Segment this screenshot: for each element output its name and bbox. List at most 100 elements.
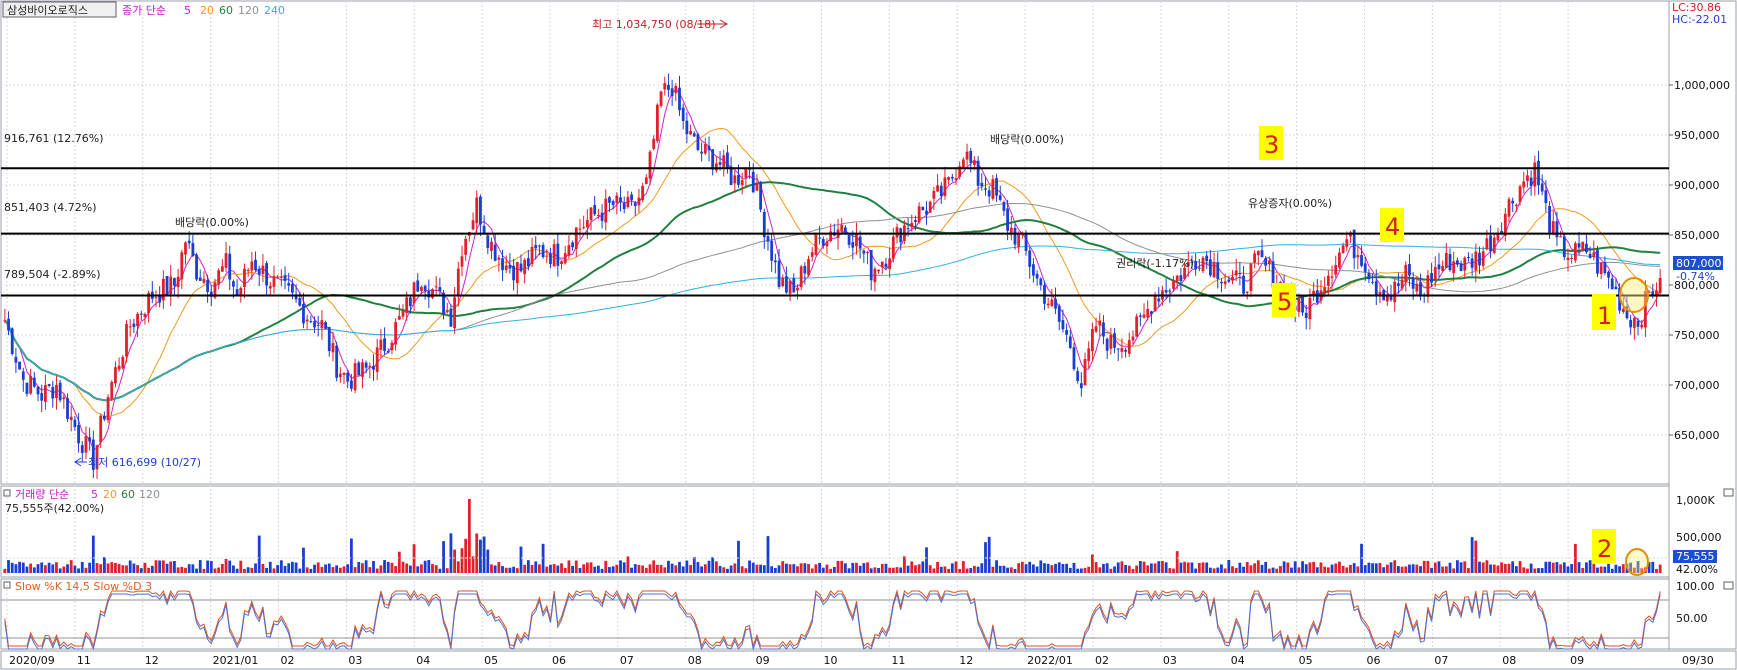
volume-bar [1076, 568, 1080, 573]
volume-bar [633, 564, 637, 573]
volume-bar [361, 563, 364, 573]
candle-body [279, 276, 283, 278]
candle-body [939, 185, 943, 197]
stock-chart-svg[interactable]: 1,000,000950,000900,000850,000800,000750… [0, 0, 1737, 670]
candle-body [1076, 371, 1080, 381]
volume-bar [40, 562, 44, 573]
candle-body [1113, 333, 1116, 348]
candle-body [810, 252, 814, 257]
volume-bar [250, 567, 254, 573]
volume-bar [751, 562, 755, 573]
volume-bar [431, 564, 434, 573]
volume-bar [43, 565, 47, 573]
volume-bar [416, 566, 420, 573]
volume-bar [696, 562, 700, 573]
volume-bar [1481, 562, 1485, 573]
volume-bar [114, 562, 117, 573]
volume-bar [217, 567, 221, 573]
volume-bar [386, 561, 390, 573]
volume-bar [1389, 562, 1393, 573]
volume-bar [1057, 562, 1061, 573]
candle-body [1489, 235, 1492, 252]
candle-body [541, 244, 545, 258]
hline-label-2: 851,403 (4.72%) [4, 201, 97, 214]
volume-bar [1533, 568, 1537, 573]
volume-bar [209, 561, 213, 573]
candle-body [1094, 326, 1098, 332]
volume-bar [1470, 537, 1474, 573]
volume-bar [268, 561, 272, 573]
volume-bar [1393, 560, 1397, 573]
candle-body [549, 253, 552, 264]
candle-body [714, 163, 718, 171]
candle-body [1426, 275, 1430, 297]
candle-body [504, 265, 508, 270]
candle-body [718, 162, 722, 165]
highlight-circle-price [1619, 277, 1649, 313]
date-tick-label: 12 [145, 654, 159, 667]
volume-bar [276, 565, 280, 573]
volume-bar [261, 563, 265, 573]
volume-bar [637, 564, 641, 573]
volume-bar [667, 560, 670, 573]
volume-bar [718, 565, 722, 573]
candle-body [1323, 287, 1327, 293]
volume-bar [1581, 567, 1585, 573]
candle-body [316, 324, 320, 326]
volume-summary: 75,555주(42.00%) [5, 502, 104, 515]
volume-bar [980, 563, 984, 573]
volume-bar [534, 561, 538, 573]
volume-bar [1352, 563, 1356, 573]
candle-body [921, 206, 925, 211]
volume-bar [943, 566, 947, 573]
high-annotation: 최고 1,034,750 (08/18) [592, 18, 716, 31]
candle-body [1503, 213, 1507, 236]
volume-bar [471, 556, 475, 573]
candle-body [925, 210, 928, 215]
volume-bar [803, 563, 807, 573]
volume-bar [353, 567, 357, 573]
volume-bar [1242, 566, 1245, 573]
volume-bar [125, 565, 128, 573]
volume-bar [1175, 551, 1179, 573]
volume-bar [773, 568, 777, 573]
volume-bar [1282, 561, 1286, 573]
candle-body [51, 386, 55, 399]
volume-bar [1098, 567, 1102, 573]
volume-title: 거래량 단순 [15, 488, 69, 501]
candle-body [217, 270, 221, 285]
volume-bar [1489, 564, 1492, 573]
volume-bar [1544, 561, 1548, 573]
volume-bar [357, 561, 361, 573]
candle-body [659, 91, 663, 106]
volume-bar [1408, 564, 1411, 573]
volume-bar [1338, 561, 1341, 573]
candle-body [862, 250, 866, 254]
date-tick-label: 10 [824, 654, 838, 667]
price-tick-label: 750,000 [1674, 329, 1720, 342]
candle-body [1065, 330, 1069, 335]
candle-body [976, 160, 980, 186]
candle-body [1127, 340, 1131, 354]
volume-bar [180, 566, 184, 573]
volume-bar [600, 568, 604, 573]
candle-body [1168, 290, 1172, 292]
date-tick-label-last: 09/30 [1682, 654, 1714, 667]
candle-body [1397, 283, 1400, 287]
candle-body [1485, 238, 1489, 250]
volume-bar [519, 546, 523, 573]
volume-bar [1061, 563, 1065, 573]
volume-bar [302, 547, 305, 573]
volume-bar [748, 560, 751, 573]
volume-bar [408, 565, 412, 573]
candle-body [434, 286, 438, 288]
volume-bar [1559, 564, 1563, 573]
candle-body [1455, 260, 1459, 265]
candle-body [125, 324, 128, 357]
candle-body [1138, 315, 1142, 317]
volume-bar [1441, 566, 1445, 573]
candle-body [187, 240, 191, 244]
candle-body [1640, 324, 1644, 328]
candle-body [268, 285, 272, 289]
candle-body [744, 168, 748, 178]
